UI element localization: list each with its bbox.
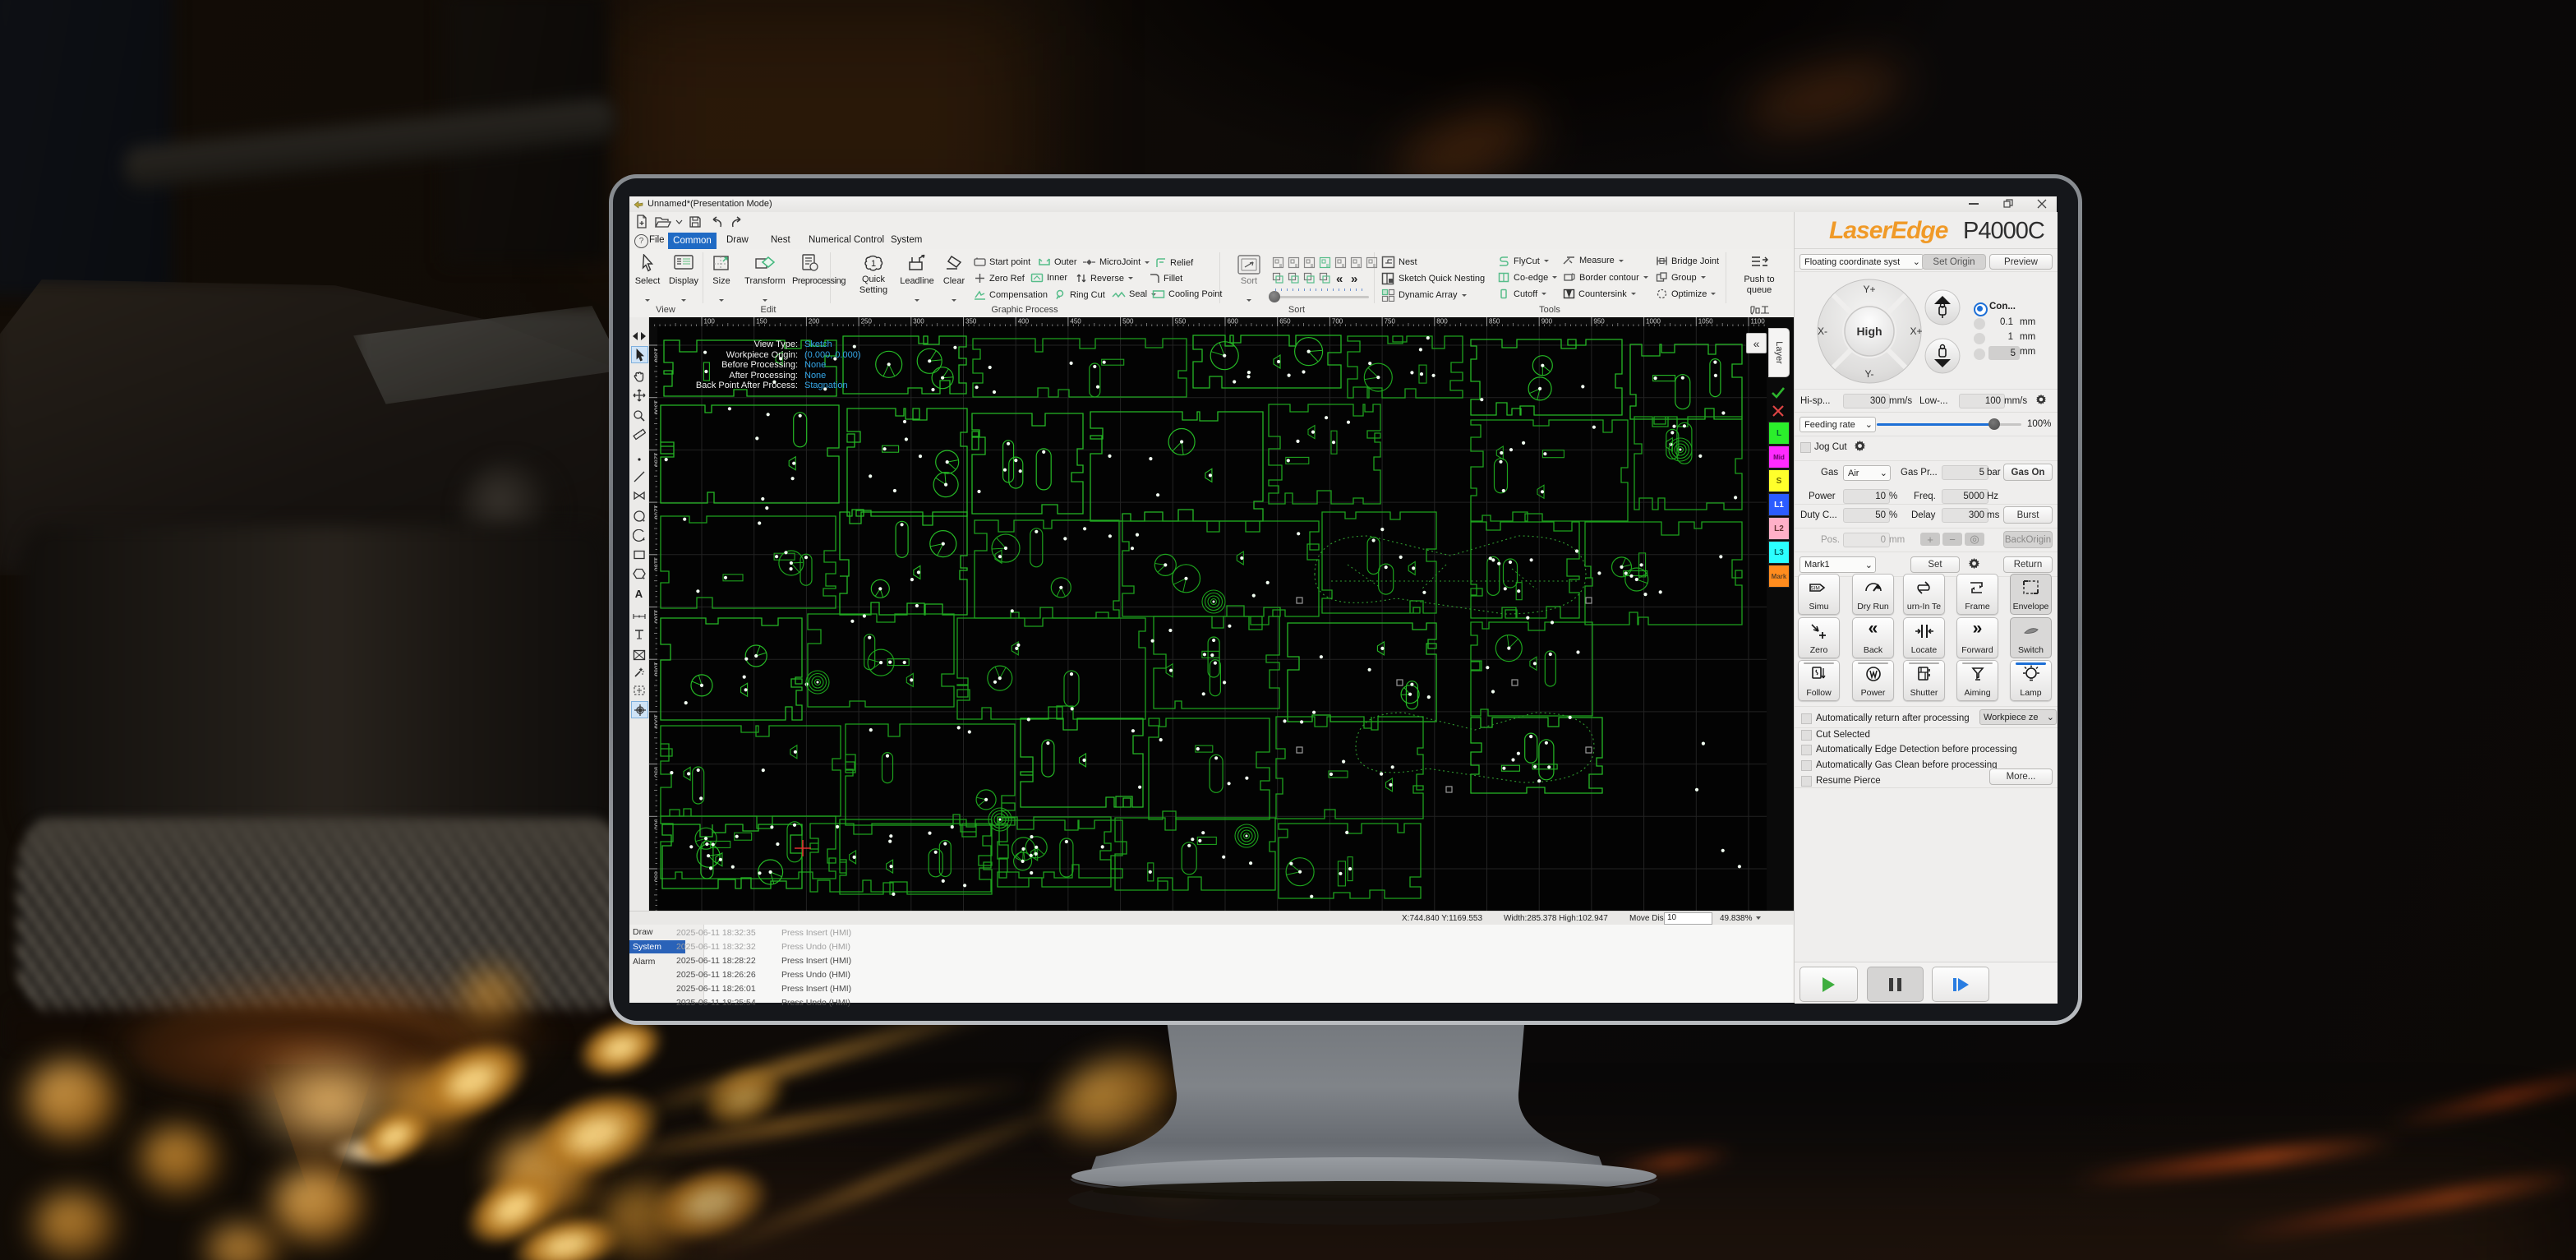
svg-text:500: 500 — [1122, 318, 1134, 325]
svg-text:900: 900 — [1541, 318, 1553, 325]
svg-text:250: 250 — [861, 318, 873, 325]
svg-text:X+: X+ — [1910, 325, 1922, 337]
svg-text:1100: 1100 — [1751, 318, 1766, 325]
svg-text:SIM: SIM — [1810, 586, 1820, 592]
svg-text:100: 100 — [704, 318, 716, 325]
svg-text:150: 150 — [756, 318, 767, 325]
svg-text:700: 700 — [1332, 318, 1343, 325]
svg-text:300: 300 — [913, 318, 924, 325]
svg-text:550: 550 — [1175, 318, 1187, 325]
svg-text:X-: X- — [1818, 325, 1827, 337]
svg-text:400: 400 — [1018, 318, 1030, 325]
svg-text:600: 600 — [1228, 318, 1239, 325]
svg-text:350: 350 — [965, 318, 977, 325]
svg-text:800: 800 — [1436, 318, 1448, 325]
svg-text:1050: 1050 — [1698, 318, 1713, 325]
svg-text:Y-: Y- — [1865, 368, 1874, 380]
svg-text:High: High — [1856, 325, 1882, 338]
svg-text:650: 650 — [1279, 318, 1291, 325]
svg-text:1000: 1000 — [1646, 318, 1661, 325]
svg-text:450: 450 — [1070, 318, 1081, 325]
svg-text:950: 950 — [1593, 318, 1605, 325]
svg-text:1: 1 — [871, 259, 876, 269]
svg-text:850: 850 — [1489, 318, 1500, 325]
svg-text:200: 200 — [809, 318, 820, 325]
svg-text:Y+: Y+ — [1863, 284, 1875, 295]
svg-text:750: 750 — [1385, 318, 1396, 325]
